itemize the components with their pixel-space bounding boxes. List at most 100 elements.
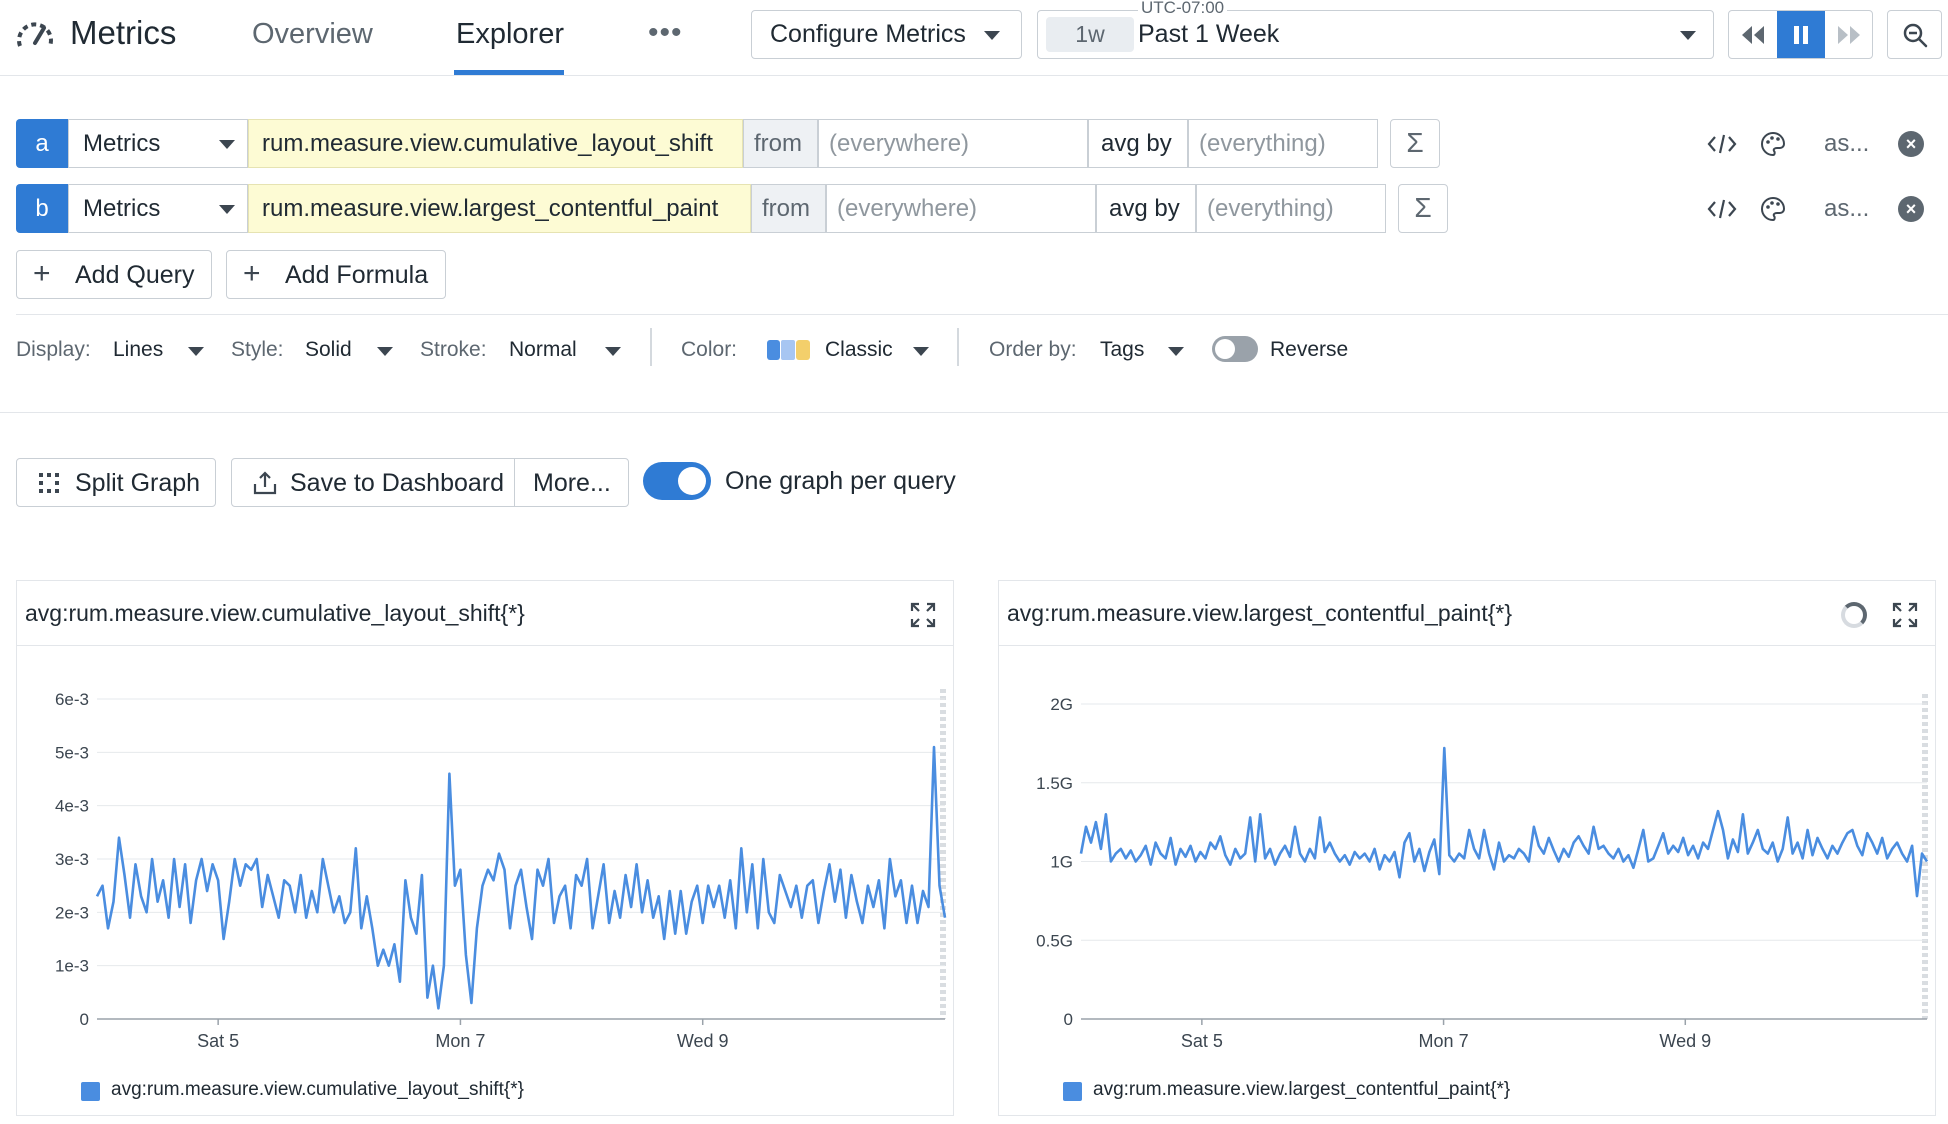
chart-cls-plot: 0 1e-3 2e-3 3e-3 4e-3 5e-3 6e-3 Sat 5 Mon 7 Wed 9: [55, 689, 947, 1051]
chart-panel-cls: avg:rum.measure.view.cumulative_layout_s…: [16, 580, 954, 1116]
query-a-alias-field[interactable]: as...: [1824, 130, 1869, 158]
query-b-letter[interactable]: b: [16, 184, 68, 233]
more-label: More...: [533, 469, 611, 497]
query-b-from-placeholder: (everywhere): [837, 195, 978, 222]
divider: [16, 314, 1948, 315]
tab-explorer[interactable]: Explorer: [456, 18, 564, 51]
pause-button[interactable]: [1777, 11, 1825, 58]
palette-swatch-icon: [767, 340, 810, 360]
query-a-function-button[interactable]: Σ: [1390, 119, 1440, 168]
legend-label[interactable]: avg:rum.measure.view.largest_contentful_…: [1093, 1079, 1510, 1101]
query-a-remove-icon[interactable]: ×: [1898, 131, 1924, 157]
style-dropdown[interactable]: Solid: [305, 338, 352, 362]
save-to-dashboard-button[interactable]: Save to Dashboard: [231, 458, 516, 507]
query-b-function-button[interactable]: Σ: [1398, 184, 1448, 233]
metrics-logo-icon: [17, 22, 53, 47]
one-graph-per-query-toggle[interactable]: [643, 462, 711, 500]
chevron-down-icon: [219, 140, 235, 149]
query-b-metric-name: rum.measure.view.largest_contentful_pain…: [262, 195, 719, 222]
color-dropdown[interactable]: Classic: [825, 338, 893, 362]
query-a-from-placeholder: (everywhere): [829, 130, 970, 157]
app-title: Metrics: [70, 14, 177, 51]
query-b-aggregation-dropdown[interactable]: avg by: [1096, 184, 1196, 233]
query-b-source-dropdown[interactable]: Metrics: [68, 184, 248, 233]
query-b-by-input[interactable]: (everything): [1196, 184, 1386, 233]
query-b-from-input[interactable]: (everywhere): [826, 184, 1096, 233]
legend-swatch: [81, 1082, 100, 1101]
query-b-by-placeholder: (everything): [1207, 195, 1334, 222]
legend-label[interactable]: avg:rum.measure.view.cumulative_layout_s…: [111, 1079, 524, 1101]
color-key: Color:: [681, 338, 738, 361]
time-range-label: Past 1 Week: [1138, 20, 1280, 48]
query-a-letter[interactable]: a: [16, 119, 68, 168]
order-by-dropdown[interactable]: Tags: [1100, 338, 1144, 362]
style-key: Style:: [231, 338, 284, 361]
zoom-out-icon: [1903, 23, 1927, 47]
more-button[interactable]: More...: [514, 458, 629, 507]
more-tabs-button[interactable]: •••: [648, 16, 683, 50]
playback-controls: [1728, 10, 1873, 59]
query-b-alias-field[interactable]: as...: [1824, 195, 1869, 223]
x-tick-label: Sat 5: [1181, 1031, 1223, 1051]
query-a-by-input[interactable]: (everything): [1188, 119, 1378, 168]
display-dropdown[interactable]: Lines: [113, 338, 163, 362]
plus-icon: +: [243, 257, 261, 290]
chart-panel-lcp: avg:rum.measure.view.largest_contentful_…: [998, 580, 1936, 1116]
series-line[interactable]: [95, 745, 947, 1010]
save-to-dashboard-label: Save to Dashboard: [290, 469, 505, 497]
display-key: Display:: [16, 338, 91, 361]
x-tick-label: Mon 7: [435, 1031, 485, 1051]
y-tick-label: 1.5G: [1036, 774, 1073, 793]
fast-forward-button[interactable]: [1825, 11, 1873, 58]
rewind-button[interactable]: [1729, 11, 1777, 58]
split-graph-button[interactable]: Split Graph: [16, 458, 216, 507]
chevron-down-icon: [913, 347, 929, 356]
chevron-down-icon: [605, 347, 621, 356]
query-b-remove-icon[interactable]: ×: [1898, 196, 1924, 222]
query-b-from-label: from: [751, 184, 826, 233]
toggle-knob: [678, 467, 706, 495]
add-query-button[interactable]: + Add Query: [16, 250, 212, 299]
query-a-from-input[interactable]: (everywhere): [818, 119, 1088, 168]
plus-icon: +: [33, 257, 51, 290]
query-a-palette-icon[interactable]: [1755, 126, 1791, 162]
series-line[interactable]: [1079, 746, 1929, 898]
toggle-knob: [1215, 339, 1235, 359]
split-graph-icon: [39, 473, 59, 493]
y-tick-label: 0: [1064, 1010, 1073, 1029]
add-formula-button[interactable]: + Add Formula: [226, 250, 446, 299]
active-tab-indicator: [454, 70, 564, 75]
zoom-out-button[interactable]: [1887, 10, 1942, 59]
query-a-source-dropdown[interactable]: Metrics: [68, 119, 248, 168]
query-b-palette-icon[interactable]: [1755, 191, 1791, 227]
y-tick-label: 2e-3: [55, 903, 89, 922]
query-a-source-label: Metrics: [83, 130, 161, 157]
x-tick-label: Sat 5: [197, 1031, 239, 1051]
query-a-aggregation-dropdown[interactable]: avg by: [1088, 119, 1188, 168]
query-a-metric-field[interactable]: rum.measure.view.cumulative_layout_shift: [248, 119, 743, 168]
chevron-down-icon: [1168, 347, 1184, 356]
chevron-down-icon: [219, 205, 235, 214]
from-text: from: [762, 195, 810, 222]
query-a-aggregation-label: avg by: [1101, 130, 1172, 157]
stroke-dropdown[interactable]: Normal: [509, 338, 577, 362]
y-tick-label: 6e-3: [55, 690, 89, 709]
stroke-key: Stroke:: [420, 338, 487, 361]
y-tick-label: 1G: [1050, 853, 1073, 872]
tab-overview[interactable]: Overview: [252, 18, 373, 51]
from-text: from: [754, 130, 802, 157]
y-tick-label: 5e-3: [55, 743, 89, 762]
order-by-key: Order by:: [989, 338, 1077, 361]
x-tick-label: Wed 9: [677, 1031, 729, 1051]
query-b-code-icon[interactable]: [1704, 191, 1740, 227]
reverse-toggle[interactable]: [1212, 336, 1258, 362]
query-a-by-placeholder: (everything): [1199, 130, 1326, 157]
y-tick-label: 4e-3: [55, 797, 89, 816]
legend-swatch: [1063, 1082, 1082, 1101]
x-tick-label: Wed 9: [1659, 1031, 1711, 1051]
query-a-code-icon[interactable]: [1704, 126, 1740, 162]
configure-metrics-dropdown[interactable]: Configure Metrics: [751, 10, 1022, 59]
y-tick-label: 2G: [1050, 695, 1073, 714]
query-b-metric-field[interactable]: rum.measure.view.largest_contentful_pain…: [248, 184, 751, 233]
one-graph-per-query-label: One graph per query: [725, 467, 956, 495]
